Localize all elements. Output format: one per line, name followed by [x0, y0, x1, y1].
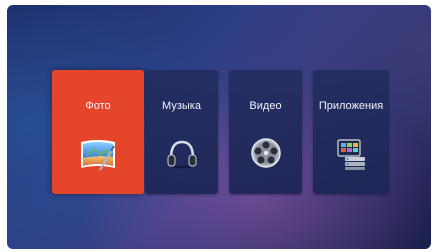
tile-music[interactable]: Музыка [145, 70, 218, 194]
headphones-icon [165, 136, 199, 175]
tile-video-label: Видео [249, 100, 282, 112]
tile-apps[interactable]: Приложения [313, 70, 389, 194]
tile-music-label: Музыка [162, 100, 201, 112]
photo-icon [78, 136, 118, 177]
media-menu-screen: Фото Музыка Видео Приложения [7, 5, 431, 249]
apps-icon [333, 136, 369, 177]
tile-photo-label: Фото [85, 100, 111, 112]
tile-apps-label: Приложения [318, 100, 384, 112]
film-reel-icon [249, 136, 283, 175]
tile-video[interactable]: Видео [229, 70, 302, 194]
tile-photo[interactable]: Фото [52, 70, 144, 194]
